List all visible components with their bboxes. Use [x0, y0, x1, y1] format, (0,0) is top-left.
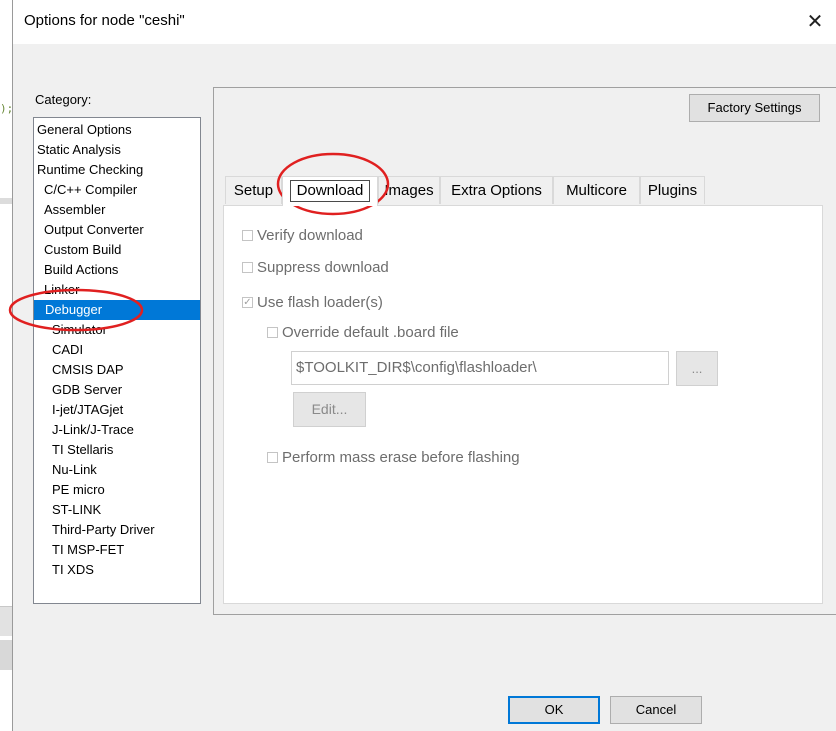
tab-plugins[interactable]: Plugins	[640, 176, 705, 204]
category-item-debugger[interactable]: Debugger	[34, 300, 200, 320]
category-item-build-actions[interactable]: Build Actions	[44, 260, 118, 280]
tab-extra-options[interactable]: Extra Options	[440, 176, 553, 204]
browse-button[interactable]: ...	[676, 351, 718, 386]
background-band	[0, 640, 12, 670]
edit-button[interactable]: Edit...	[293, 392, 366, 427]
category-item-simulator[interactable]: Simulator	[52, 320, 107, 340]
use-flash-loaders-checkbox[interactable]: ✓	[242, 296, 253, 308]
override-board-file-checkbox[interactable]	[267, 326, 278, 338]
category-item-cadi[interactable]: CADI	[52, 340, 83, 360]
tab-images[interactable]: Images	[378, 176, 440, 204]
override-board-file-label: Override default .board file	[282, 324, 459, 341]
suppress-download-option[interactable]: Suppress download	[242, 258, 389, 278]
category-item-jlink-jtrace[interactable]: J-Link/J-Trace	[52, 420, 134, 440]
category-item-ti-xds[interactable]: TI XDS	[52, 560, 94, 580]
category-item-gdb-server[interactable]: GDB Server	[52, 380, 122, 400]
suppress-download-checkbox[interactable]	[242, 261, 253, 273]
category-item-ti-stellaris[interactable]: TI Stellaris	[52, 440, 113, 460]
category-item-ijet-jtagjet[interactable]: I-jet/JTAGjet	[52, 400, 123, 420]
ok-button[interactable]: OK	[508, 696, 600, 724]
category-item-general-options[interactable]: General Options	[37, 120, 132, 140]
background-band	[0, 606, 12, 636]
category-item-pe-micro[interactable]: PE micro	[52, 480, 105, 500]
category-list[interactable]: General Options Static Analysis Runtime …	[33, 117, 201, 604]
use-flash-loaders-label: Use flash loader(s)	[257, 294, 383, 311]
suppress-download-label: Suppress download	[257, 259, 389, 276]
tab-multicore[interactable]: Multicore	[553, 176, 640, 204]
category-item-static-analysis[interactable]: Static Analysis	[37, 140, 121, 160]
category-item-ti-msp-fet[interactable]: TI MSP-FET	[52, 540, 124, 560]
factory-settings-button[interactable]: Factory Settings	[689, 94, 820, 122]
verify-download-option[interactable]: Verify download	[242, 226, 363, 246]
tab-setup[interactable]: Setup	[225, 176, 282, 204]
tab-download[interactable]: Download	[282, 176, 378, 206]
mass-erase-checkbox[interactable]	[267, 451, 278, 463]
override-board-file-option[interactable]: Override default .board file	[267, 323, 459, 343]
mass-erase-label: Perform mass erase before flashing	[282, 449, 520, 466]
category-item-assembler[interactable]: Assembler	[44, 200, 105, 220]
tab-download-label: Download	[289, 180, 371, 202]
category-item-third-party-driver[interactable]: Third-Party Driver	[52, 520, 155, 540]
title-bar: Options for node "ceshi" ✕	[13, 0, 836, 44]
category-item-nu-link[interactable]: Nu-Link	[52, 460, 97, 480]
cancel-button[interactable]: Cancel	[610, 696, 702, 724]
dialog-title: Options for node "ceshi"	[24, 12, 185, 29]
category-item-cpp-compiler[interactable]: C/C++ Compiler	[44, 180, 137, 200]
background-band	[0, 198, 12, 204]
verify-download-checkbox[interactable]	[242, 229, 253, 241]
category-item-runtime-checking[interactable]: Runtime Checking	[37, 160, 143, 180]
category-item-output-converter[interactable]: Output Converter	[44, 220, 144, 240]
board-file-path-field[interactable]: $TOOLKIT_DIR$\config\flashloader\	[291, 351, 669, 385]
category-label: Category:	[35, 92, 92, 107]
category-item-linker[interactable]: Linker	[44, 280, 79, 300]
category-item-custom-build[interactable]: Custom Build	[44, 240, 121, 260]
category-item-st-link[interactable]: ST-LINK	[52, 500, 101, 520]
background-editor: );	[0, 0, 13, 731]
verify-download-label: Verify download	[257, 227, 363, 244]
close-button[interactable]: ✕	[793, 0, 836, 44]
mass-erase-option[interactable]: Perform mass erase before flashing	[267, 448, 520, 468]
use-flash-loaders-option[interactable]: ✓ Use flash loader(s)	[242, 293, 383, 313]
category-item-cmsis-dap[interactable]: CMSIS DAP	[52, 360, 124, 380]
